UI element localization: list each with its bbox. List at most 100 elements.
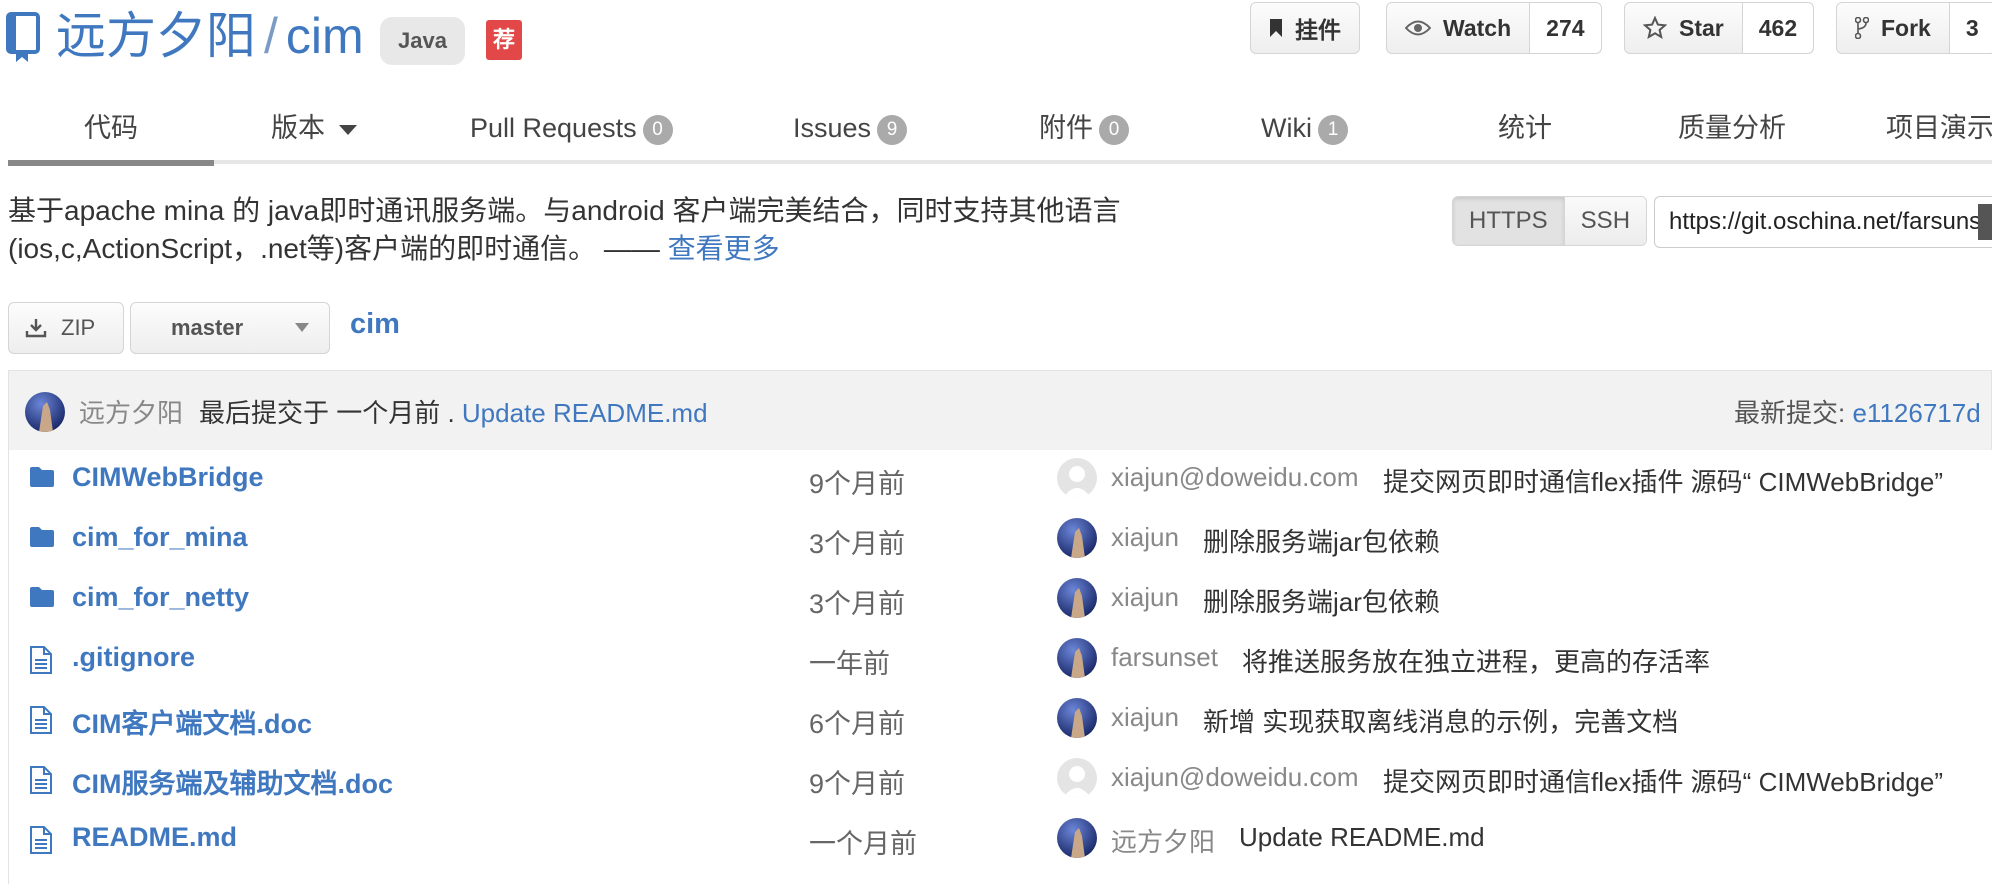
- download-icon: [25, 319, 47, 338]
- tab-wiki-label: Wiki: [1261, 113, 1312, 143]
- folder-icon: [29, 526, 55, 553]
- table-row[interactable]: CIM服务端及辅助文档.doc 9个月前 xiajun@doweidu.com 提交网…: [9, 750, 1992, 810]
- commit-message-link[interactable]: Update README.md: [462, 398, 708, 428]
- tab-project-demo-label: 项目演示: [1886, 113, 1992, 143]
- eye-icon: [1405, 20, 1431, 36]
- repo-header: 远方夕阳 / cim Java 荐 挂件 Watch 274 Star 462 Fo…: [0, 0, 1992, 80]
- commit-author[interactable]: xiajun@doweidu.com: [1111, 462, 1359, 493]
- avatar[interactable]: [25, 392, 65, 432]
- star-icon: [1643, 16, 1667, 40]
- tab-code-label: 代码: [84, 113, 138, 143]
- tab-statistics[interactable]: 统计: [1498, 98, 1552, 164]
- file-age: 3个月前: [809, 589, 906, 619]
- commit-message-link[interactable]: Update README.md: [1239, 822, 1485, 853]
- tab-wiki[interactable]: Wiki 1: [1261, 98, 1348, 164]
- table-row[interactable]: CIMWebBridge 9个月前 xiajun@doweidu.com 提交网页即时…: [9, 450, 1992, 510]
- table-row[interactable]: CIM客户端文档.doc 6个月前 xiajun 新增 实现获取离线消息的示例，完善文…: [9, 690, 1992, 750]
- repo-description: 基于apache mina 的 java即时通讯服务端。与android 客户端…: [8, 192, 1238, 268]
- bookmark-icon: [1270, 19, 1282, 37]
- latest-commit-hash[interactable]: e1126717d: [1852, 398, 1980, 428]
- tab-issues-label: Issues: [793, 113, 872, 143]
- file-name-link[interactable]: README.md: [72, 822, 237, 853]
- avatar[interactable]: [1057, 818, 1097, 858]
- repo-title-separator: /: [264, 8, 278, 64]
- repo-description-text: 基于apache mina 的 java即时通讯服务端。与android 客户端…: [8, 195, 1121, 264]
- file-age: 9个月前: [809, 469, 906, 499]
- file-name-link[interactable]: .gitignore: [72, 642, 195, 673]
- view-more-link[interactable]: 查看更多: [668, 233, 780, 264]
- commit-message-link[interactable]: 提交网页即时通信flex插件 源码“ CIMWebBridge”: [1383, 462, 1943, 499]
- tab-quality-analysis-label: 质量分析: [1678, 113, 1786, 143]
- tab-attachments-label: 附件: [1039, 113, 1093, 143]
- file-name-link[interactable]: cim_for_netty: [72, 582, 249, 613]
- watch-count[interactable]: 274: [1529, 3, 1601, 53]
- table-row[interactable]: README.md 一个月前 远方夕阳 Update README.md: [9, 810, 1992, 870]
- tab-project-demo[interactable]: 项目演示: [1886, 98, 1992, 164]
- file-name-link[interactable]: CIM客户端文档.doc: [72, 702, 312, 741]
- file-name-link[interactable]: CIMWebBridge: [72, 462, 264, 493]
- avatar[interactable]: [1057, 758, 1097, 798]
- copy-clone-url-button[interactable]: [1978, 204, 1992, 240]
- repo-title: 远方夕阳 / cim: [56, 4, 364, 68]
- table-row[interactable]: cim_for_mina 3个月前 xiajun 删除服务端jar包依赖: [9, 510, 1992, 570]
- commit-author[interactable]: xiajun: [1111, 702, 1179, 733]
- commit-author[interactable]: xiajun@doweidu.com: [1111, 762, 1359, 793]
- attachments-count-badge: 0: [1099, 114, 1129, 145]
- branch-select[interactable]: master: [130, 302, 330, 354]
- file-icon: [29, 706, 53, 739]
- commit-time-text: 最后提交于 一个月前 .: [199, 398, 455, 428]
- fork-count[interactable]: 3: [1948, 3, 1992, 53]
- breadcrumb-path[interactable]: cim: [350, 308, 400, 341]
- commit-author[interactable]: 远方夕阳: [79, 393, 183, 430]
- tab-releases[interactable]: 版本: [271, 98, 357, 164]
- commit-message-link[interactable]: 将推送服务放在独立进程，更高的存活率: [1242, 642, 1710, 679]
- clone-url-input[interactable]: https://git.oschina.net/farsunset/cim.gi…: [1654, 196, 1992, 248]
- pin-label: 挂件: [1295, 17, 1341, 43]
- table-row[interactable]: cim_for_netty 3个月前 xiajun 删除服务端jar包依赖: [9, 570, 1992, 630]
- file-age: 6个月前: [809, 709, 906, 739]
- file-name-link[interactable]: CIM服务端及辅助文档.doc: [72, 762, 393, 801]
- file-name-link[interactable]: cim_for_mina: [72, 522, 248, 553]
- language-tag[interactable]: Java: [380, 17, 465, 65]
- repo-book-icon: [6, 12, 40, 62]
- commit-message-link[interactable]: 提交网页即时通信flex插件 源码“ CIMWebBridge”: [1383, 762, 1943, 799]
- avatar[interactable]: [1057, 698, 1097, 738]
- commit-author[interactable]: farsunset: [1111, 642, 1218, 673]
- star-button[interactable]: Star 462: [1624, 2, 1815, 54]
- repo-owner-link[interactable]: 远方夕阳: [56, 8, 256, 64]
- commit-message-link[interactable]: 删除服务端jar包依赖: [1203, 582, 1440, 619]
- branch-name: master: [171, 315, 244, 340]
- download-zip-button[interactable]: ZIP: [8, 302, 124, 354]
- avatar[interactable]: [1057, 578, 1097, 618]
- commit-message-link[interactable]: 新增 实现获取离线消息的示例，完善文档: [1203, 702, 1678, 739]
- repo-name-link[interactable]: cim: [286, 8, 364, 64]
- tab-issues[interactable]: Issues 9: [793, 98, 908, 164]
- chevron-down-icon: [339, 124, 357, 135]
- file-age: 一个月前: [809, 829, 917, 859]
- file-icon: [29, 766, 53, 799]
- commit-author[interactable]: 远方夕阳: [1111, 822, 1215, 859]
- file-list: CIMWebBridge 9个月前 xiajun@doweidu.com 提交网页即时…: [8, 450, 1992, 884]
- fork-button[interactable]: Fork 3: [1836, 2, 1992, 54]
- tab-attachments[interactable]: 附件 0: [1039, 98, 1129, 164]
- watch-label: Watch: [1443, 14, 1512, 41]
- https-button[interactable]: HTTPS: [1453, 197, 1564, 245]
- star-count[interactable]: 462: [1741, 3, 1814, 53]
- file-icon: [29, 826, 53, 859]
- issues-count-badge: 9: [877, 114, 908, 145]
- commit-author[interactable]: xiajun: [1111, 522, 1179, 553]
- pin-button[interactable]: 挂件: [1250, 2, 1360, 54]
- recommend-tag: 荐: [486, 20, 522, 60]
- tab-code[interactable]: 代码: [8, 98, 214, 166]
- ssh-button[interactable]: SSH: [1563, 197, 1647, 245]
- table-row[interactable]: .gitignore 一年前 farsunset 将推送服务放在独立进程，更高的存活率: [9, 630, 1992, 690]
- tab-releases-label: 版本: [271, 113, 325, 143]
- watch-button[interactable]: Watch 274: [1386, 2, 1602, 54]
- tab-pull-requests[interactable]: Pull Requests 0: [470, 98, 673, 164]
- commit-author[interactable]: xiajun: [1111, 582, 1179, 613]
- tab-quality-analysis[interactable]: 质量分析: [1678, 98, 1786, 164]
- commit-message-link[interactable]: 删除服务端jar包依赖: [1203, 522, 1440, 559]
- avatar[interactable]: [1057, 518, 1097, 558]
- avatar[interactable]: [1057, 638, 1097, 678]
- avatar[interactable]: [1057, 458, 1097, 498]
